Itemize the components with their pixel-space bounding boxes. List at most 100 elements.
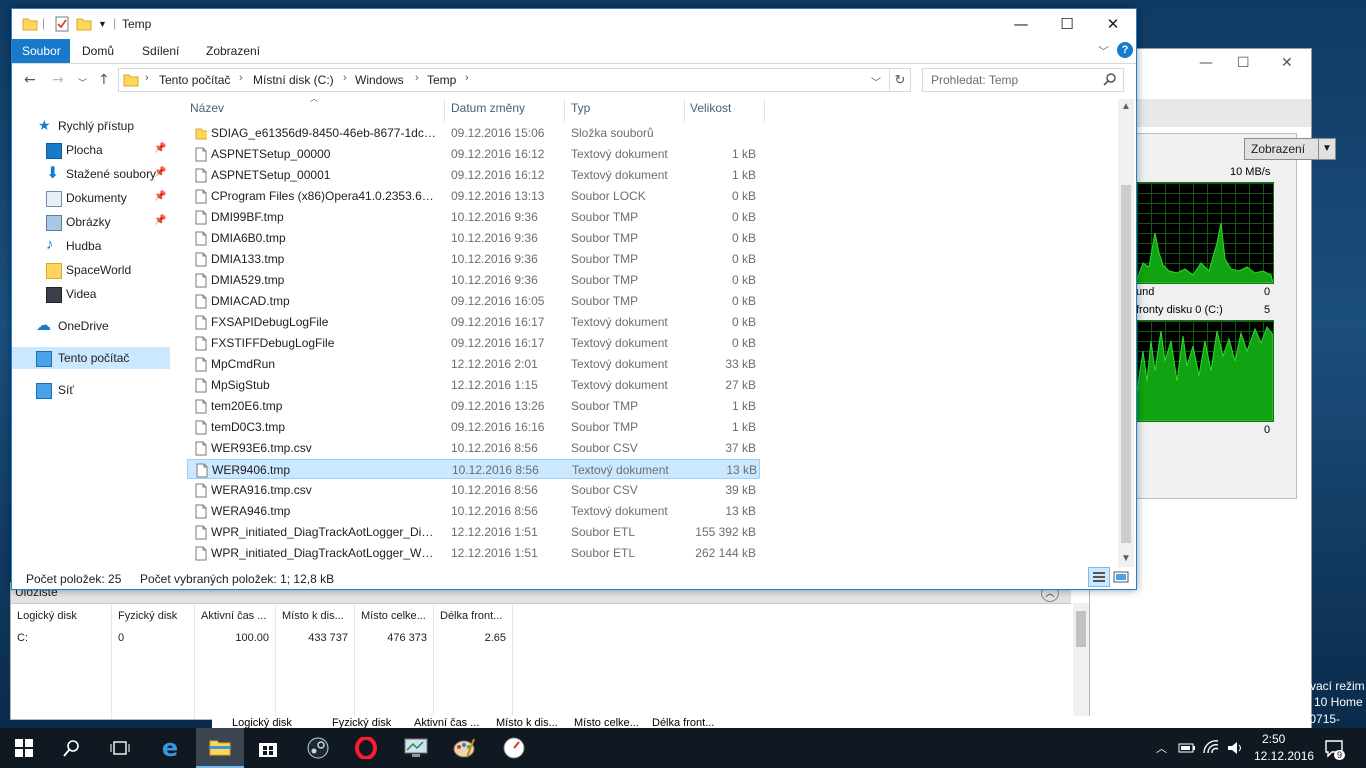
breadcrumb-item[interactable]: Místní disk (C:) — [253, 73, 334, 87]
file-row[interactable]: WPR_initiated_DiagTrackAotLogger_WPR... 1… — [187, 543, 760, 563]
nav-item-documents[interactable]: Dokumenty 📌 — [12, 187, 170, 209]
expand-ribbon-icon[interactable]: ﹀ — [1098, 43, 1109, 59]
tab-file[interactable]: Soubor — [12, 39, 70, 63]
nav-item-network[interactable]: Síť — [12, 379, 170, 401]
file-row[interactable]: DMIA6B0.tmp 10.12.2016 9:36 Soubor TMP 0 kB — [187, 228, 760, 248]
wifi-icon[interactable] — [1202, 739, 1220, 755]
scroll-thumb[interactable] — [1121, 185, 1131, 543]
table-row[interactable]: C: 0 100.00 433 737 476 373 2.65 — [11, 627, 513, 649]
view-dropdown[interactable]: Zobrazení ▼ — [1244, 138, 1336, 160]
column-separator[interactable] — [684, 99, 685, 123]
nav-item-desktop[interactable]: Plocha 📌 — [12, 139, 170, 161]
details-view-button[interactable] — [1088, 567, 1110, 587]
back-icon[interactable]: ← — [24, 72, 36, 88]
pin-icon[interactable]: 📌 — [154, 143, 166, 154]
minimize-icon[interactable]: — — [1199, 55, 1213, 71]
search-input[interactable]: Prohledat: Temp — [922, 68, 1124, 92]
file-row[interactable]: MpSigStub 12.12.2016 1:15 Textový dokument… — [187, 375, 760, 395]
properties-icon[interactable] — [54, 16, 70, 32]
storage-col[interactable]: Logický disk — [11, 605, 112, 627]
breadcrumb-item[interactable]: Windows — [355, 73, 404, 87]
pin-icon[interactable]: 📌 — [154, 167, 166, 178]
file-row[interactable]: DMIA529.tmp 10.12.2016 9:36 Soubor TMP 0 kB — [187, 270, 760, 290]
column-header-type[interactable]: Typ — [571, 101, 590, 123]
column-header-date[interactable]: Datum změny — [451, 101, 525, 123]
taskbar-explorer[interactable] — [196, 728, 244, 768]
storage-col[interactable]: Místo k dis... — [275, 605, 355, 627]
column-separator[interactable] — [564, 99, 565, 123]
storage-col[interactable]: Fyzický disk — [111, 605, 195, 627]
file-row[interactable]: ASPNETSetup_00001 09.12.2016 16:12 Textový… — [187, 165, 760, 185]
file-row[interactable]: WER93E6.tmp.csv 10.12.2016 8:56 Soubor CSV… — [187, 438, 760, 458]
scroll-down-icon[interactable]: ▼ — [1121, 553, 1131, 564]
new-folder-icon[interactable] — [76, 16, 92, 32]
file-row[interactable]: FXSAPIDebugLogFile 09.12.2016 16:17 Textov… — [187, 312, 760, 332]
chevron-right-icon[interactable]: › — [415, 72, 419, 84]
tab-home[interactable]: Domů — [72, 39, 124, 63]
taskbar-edge[interactable]: e — [146, 728, 194, 768]
title-bar[interactable]: | ▼ | Temp — ☐ ✕ — [12, 9, 1136, 39]
clock-date[interactable]: 12.12.2016 — [1254, 749, 1314, 763]
file-row[interactable]: WER9406.tmp 10.12.2016 8:56 Textový dokume… — [187, 459, 760, 479]
taskbar-gauge[interactable] — [490, 728, 538, 768]
nav-item-downloads[interactable]: ⬇ Stažené soubory 📌 — [12, 163, 170, 185]
clock-time[interactable]: 2:50 — [1262, 732, 1285, 746]
file-row[interactable]: CProgram Files (x86)Opera41.0.2353.69op.… — [187, 186, 760, 206]
file-row[interactable]: SDIAG_e61356d9-8450-46eb-8677-1dc54... 09… — [187, 123, 760, 143]
start-button[interactable] — [0, 728, 48, 768]
nav-item-videos[interactable]: Videa — [12, 283, 170, 305]
file-row[interactable]: DMIACAD.tmp 09.12.2016 16:05 Soubor TMP 0 k… — [187, 291, 760, 311]
storage-col[interactable]: Délka front... — [433, 605, 513, 627]
forward-icon[interactable]: → — [52, 72, 64, 88]
scroll-up-icon[interactable]: ▲ — [1121, 101, 1131, 112]
chevron-down-icon[interactable]: ▼ — [98, 19, 107, 29]
taskbar-store[interactable] — [244, 728, 292, 768]
address-dropdown-icon[interactable]: ﹀ — [871, 74, 881, 89]
address-bar[interactable]: › Tento počítač › Místní disk (C:) › Win… — [118, 68, 890, 92]
file-row[interactable]: temD0C3.tmp 09.12.2016 16:16 Soubor TMP 1 k… — [187, 417, 760, 437]
taskbar-opera[interactable] — [342, 728, 390, 768]
file-row[interactable]: DMI99BF.tmp 10.12.2016 9:36 Soubor TMP 0 kB — [187, 207, 760, 227]
refresh-icon[interactable]: ↻ — [890, 68, 911, 92]
column-header-name[interactable]: Název — [190, 101, 224, 123]
minimize-button[interactable]: — — [998, 9, 1044, 39]
chevron-right-icon[interactable]: › — [145, 72, 149, 84]
close-button[interactable]: ✕ — [1090, 9, 1136, 39]
nav-item-music[interactable]: ♪ Hudba — [12, 235, 170, 257]
help-icon[interactable]: ? — [1117, 42, 1133, 58]
pin-icon[interactable]: 📌 — [154, 215, 166, 226]
file-row[interactable]: tem20E6.tmp 09.12.2016 13:26 Soubor TMP 1 k… — [187, 396, 760, 416]
tab-view[interactable]: Zobrazení — [196, 39, 270, 63]
column-header-size[interactable]: Velikost — [690, 101, 731, 123]
file-row[interactable]: FXSTIFFDebugLogFile 09.12.2016 16:17 Texto… — [187, 333, 760, 353]
tray-chevron-up-icon[interactable]: ︿ — [1156, 740, 1167, 756]
storage-scrollbar[interactable] — [1073, 603, 1089, 717]
maximize-icon[interactable]: ☐ — [1237, 55, 1250, 71]
volume-icon[interactable] — [1226, 740, 1244, 756]
file-row[interactable]: ASPNETSetup_00000 09.12.2016 16:12 Textový… — [187, 144, 760, 164]
task-view-button[interactable] — [96, 728, 144, 768]
battery-icon[interactable] — [1178, 740, 1196, 756]
nav-item-quick-access[interactable]: ★ Rychlý přístup — [12, 115, 170, 137]
large-icons-view-button[interactable] — [1110, 567, 1132, 587]
breadcrumb-item[interactable]: Temp — [427, 73, 456, 87]
file-row[interactable]: WPR_initiated_DiagTrackAotLogger_Diag...… — [187, 522, 760, 542]
search-icon[interactable] — [1103, 72, 1117, 86]
file-list-scrollbar[interactable]: ▲ ▼ — [1118, 99, 1134, 567]
nav-item-onedrive[interactable]: ☁ OneDrive — [12, 315, 170, 337]
search-button[interactable] — [48, 728, 96, 768]
taskbar-paint[interactable] — [440, 728, 488, 768]
breadcrumb-item[interactable]: Tento počítač — [159, 73, 230, 87]
pin-icon[interactable]: 📌 — [154, 191, 166, 202]
chevron-right-icon[interactable]: › — [239, 72, 243, 84]
nav-item-spaceworld[interactable]: SpaceWorld — [12, 259, 170, 281]
file-row[interactable]: DMIA133.tmp 10.12.2016 9:36 Soubor TMP 0 kB — [187, 249, 760, 269]
taskbar-app[interactable] — [392, 728, 440, 768]
taskbar-steam[interactable] — [294, 728, 342, 768]
file-row[interactable]: WERA946.tmp 10.12.2016 8:56 Textový dokume… — [187, 501, 760, 521]
storage-col[interactable]: Místo celke... — [354, 605, 434, 627]
column-separator[interactable] — [444, 99, 445, 123]
file-row[interactable]: MpCmdRun 12.12.2016 2:01 Textový dokument 3… — [187, 354, 760, 374]
nav-item-this-pc[interactable]: Tento počítač — [12, 347, 170, 369]
nav-item-pictures[interactable]: Obrázky 📌 — [12, 211, 170, 233]
